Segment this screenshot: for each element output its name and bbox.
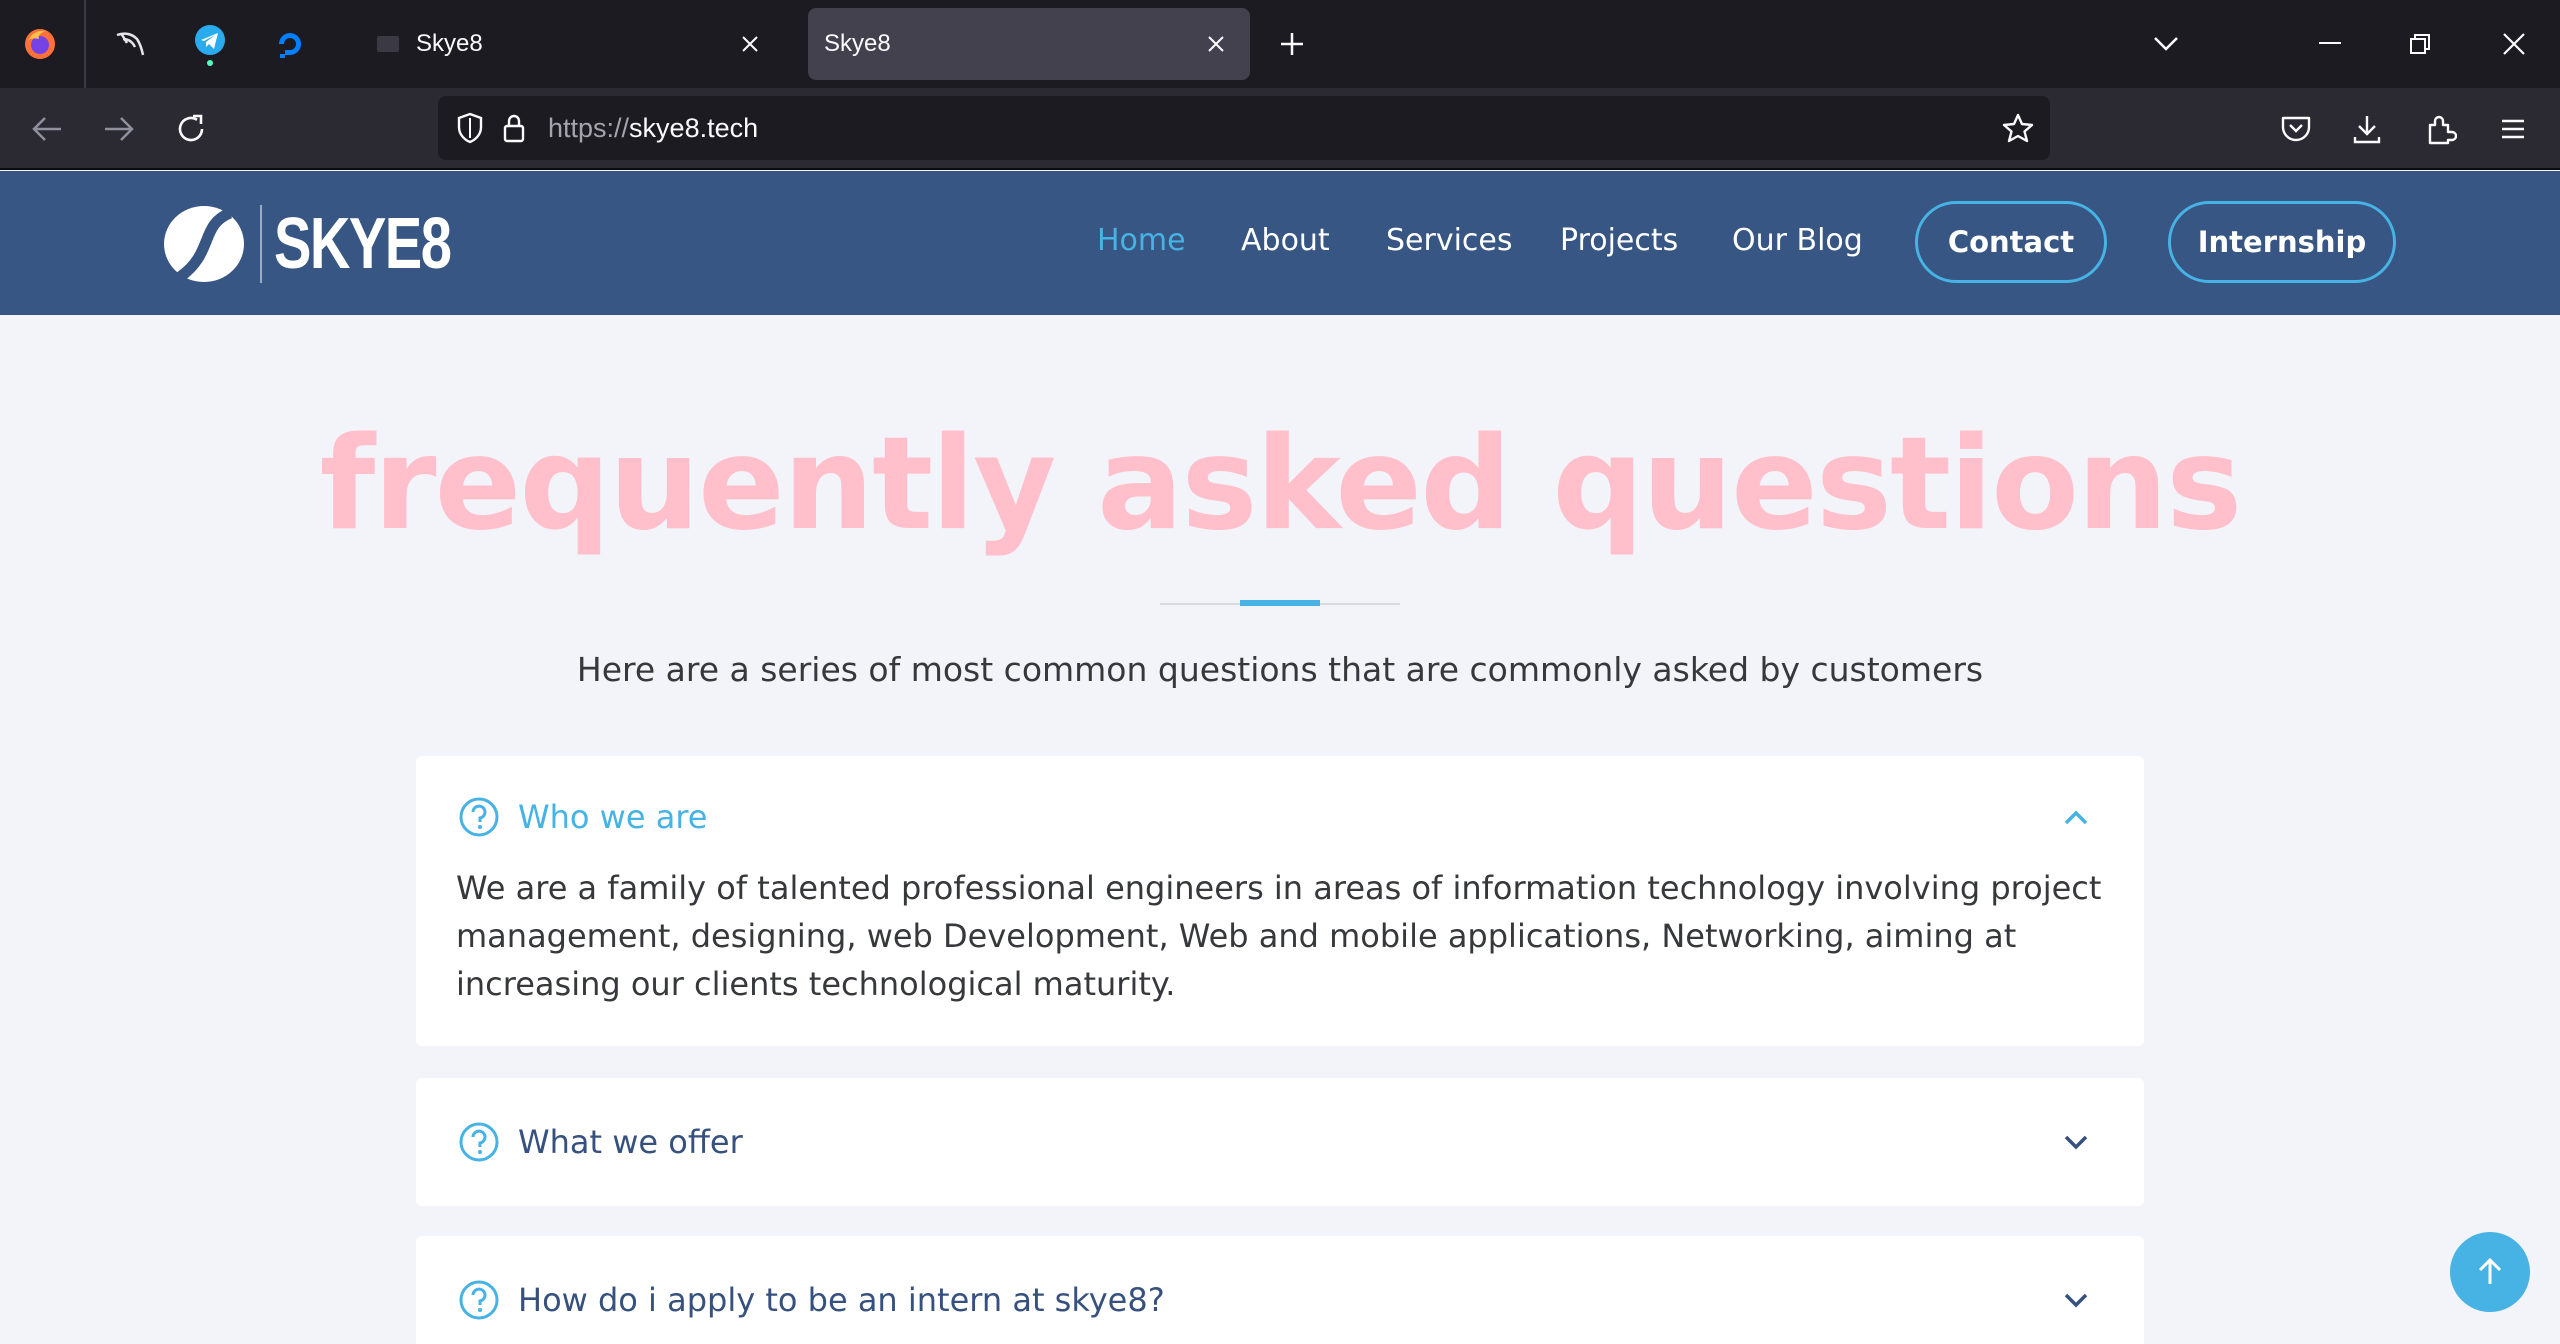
faq-question-text: How do i apply to be an intern at skye8? [518, 1281, 1165, 1319]
faq-question-toggle[interactable]: How do i apply to be an intern at skye8? [458, 1279, 1165, 1321]
kali-dragon-icon[interactable] [108, 22, 152, 66]
telegram-icon[interactable] [188, 22, 232, 66]
close-tab-icon[interactable] [1194, 22, 1238, 66]
heading-divider-accent [1240, 600, 1320, 606]
app-menu-icon[interactable] [2488, 104, 2538, 154]
faq-heading: frequently asked questions [319, 410, 2243, 559]
shield-icon[interactable] [448, 106, 492, 150]
logo-text: SKYE8 [274, 204, 452, 284]
faq-subtitle: Here are a series of most common questio… [576, 650, 1984, 689]
nav-link-about[interactable]: About [1241, 223, 1330, 258]
question-circle-icon [459, 1280, 499, 1320]
url-bar[interactable]: https://skye8.tech [438, 96, 2050, 160]
tab-favicon-icon [377, 36, 399, 52]
question-circle-icon [459, 797, 499, 837]
arrow-up-icon [2478, 1257, 2502, 1284]
faq-question-toggle[interactable]: What we offer [458, 1121, 743, 1163]
tab-title: Skye8 [416, 30, 483, 57]
browser-toolbar: https://skye8.tech [0, 88, 2560, 170]
close-window-icon[interactable] [2484, 16, 2544, 72]
nav-link-blog[interactable]: Our Blog [1732, 223, 1863, 258]
logo-divider [260, 205, 262, 283]
bookmark-star-icon[interactable] [1996, 106, 2040, 150]
downloads-icon[interactable] [2342, 104, 2392, 154]
browser-tab-bar: Skye8 Skye8 [0, 0, 2560, 88]
coffee-bean-logo-icon [164, 206, 244, 282]
pocket-icon[interactable] [2271, 104, 2321, 154]
lock-icon[interactable] [492, 106, 536, 150]
tab-title: Skye8 [824, 30, 891, 57]
chevron-up-icon[interactable] [2056, 798, 2096, 838]
minimize-icon[interactable] [2300, 16, 2360, 72]
tab-separator [84, 0, 86, 88]
reload-icon[interactable] [166, 104, 216, 154]
site-logo[interactable]: SKYE8 [160, 201, 500, 287]
site-header: SKYE8 Home About Services Projects Our B… [0, 171, 2560, 315]
nav-link-projects[interactable]: Projects [1560, 223, 1678, 258]
faq-question-text: What we offer [518, 1123, 743, 1161]
extensions-icon[interactable] [2416, 104, 2466, 154]
restore-icon[interactable] [2390, 16, 2450, 72]
tab-skye8-active[interactable]: Skye8 [808, 8, 1250, 80]
question-circle-icon [459, 1122, 499, 1162]
chevron-down-icon[interactable] [2056, 1280, 2096, 1320]
faq-item[interactable]: How do i apply to be an intern at skye8? [416, 1236, 2144, 1344]
nav-link-services[interactable]: Services [1386, 223, 1513, 258]
nav-link-home[interactable]: Home [1097, 223, 1186, 258]
close-tab-icon[interactable] [728, 22, 772, 66]
url-text[interactable]: https://skye8.tech [548, 113, 1996, 144]
internship-button[interactable]: Internship [2168, 201, 2396, 283]
contact-button[interactable]: Contact [1915, 201, 2107, 283]
faq-question-toggle[interactable]: Who we are [458, 796, 707, 838]
forward-icon[interactable] [94, 104, 144, 154]
tab-skye8-inactive[interactable]: Skye8 [362, 8, 784, 80]
list-all-tabs-icon[interactable] [2136, 16, 2196, 72]
new-tab-icon[interactable] [1270, 22, 1314, 66]
faq-item: Who we are We are a family of talented p… [416, 756, 2144, 1046]
back-icon[interactable] [22, 104, 72, 154]
digitalocean-icon[interactable] [268, 22, 312, 66]
back-to-top-button[interactable] [2450, 1232, 2530, 1312]
chevron-down-icon[interactable] [2056, 1122, 2096, 1162]
firefox-icon[interactable] [18, 22, 62, 66]
faq-answer-text: We are a family of talented professional… [456, 869, 2102, 1003]
faq-item[interactable]: What we offer [416, 1078, 2144, 1206]
faq-question-text: Who we are [518, 798, 708, 836]
